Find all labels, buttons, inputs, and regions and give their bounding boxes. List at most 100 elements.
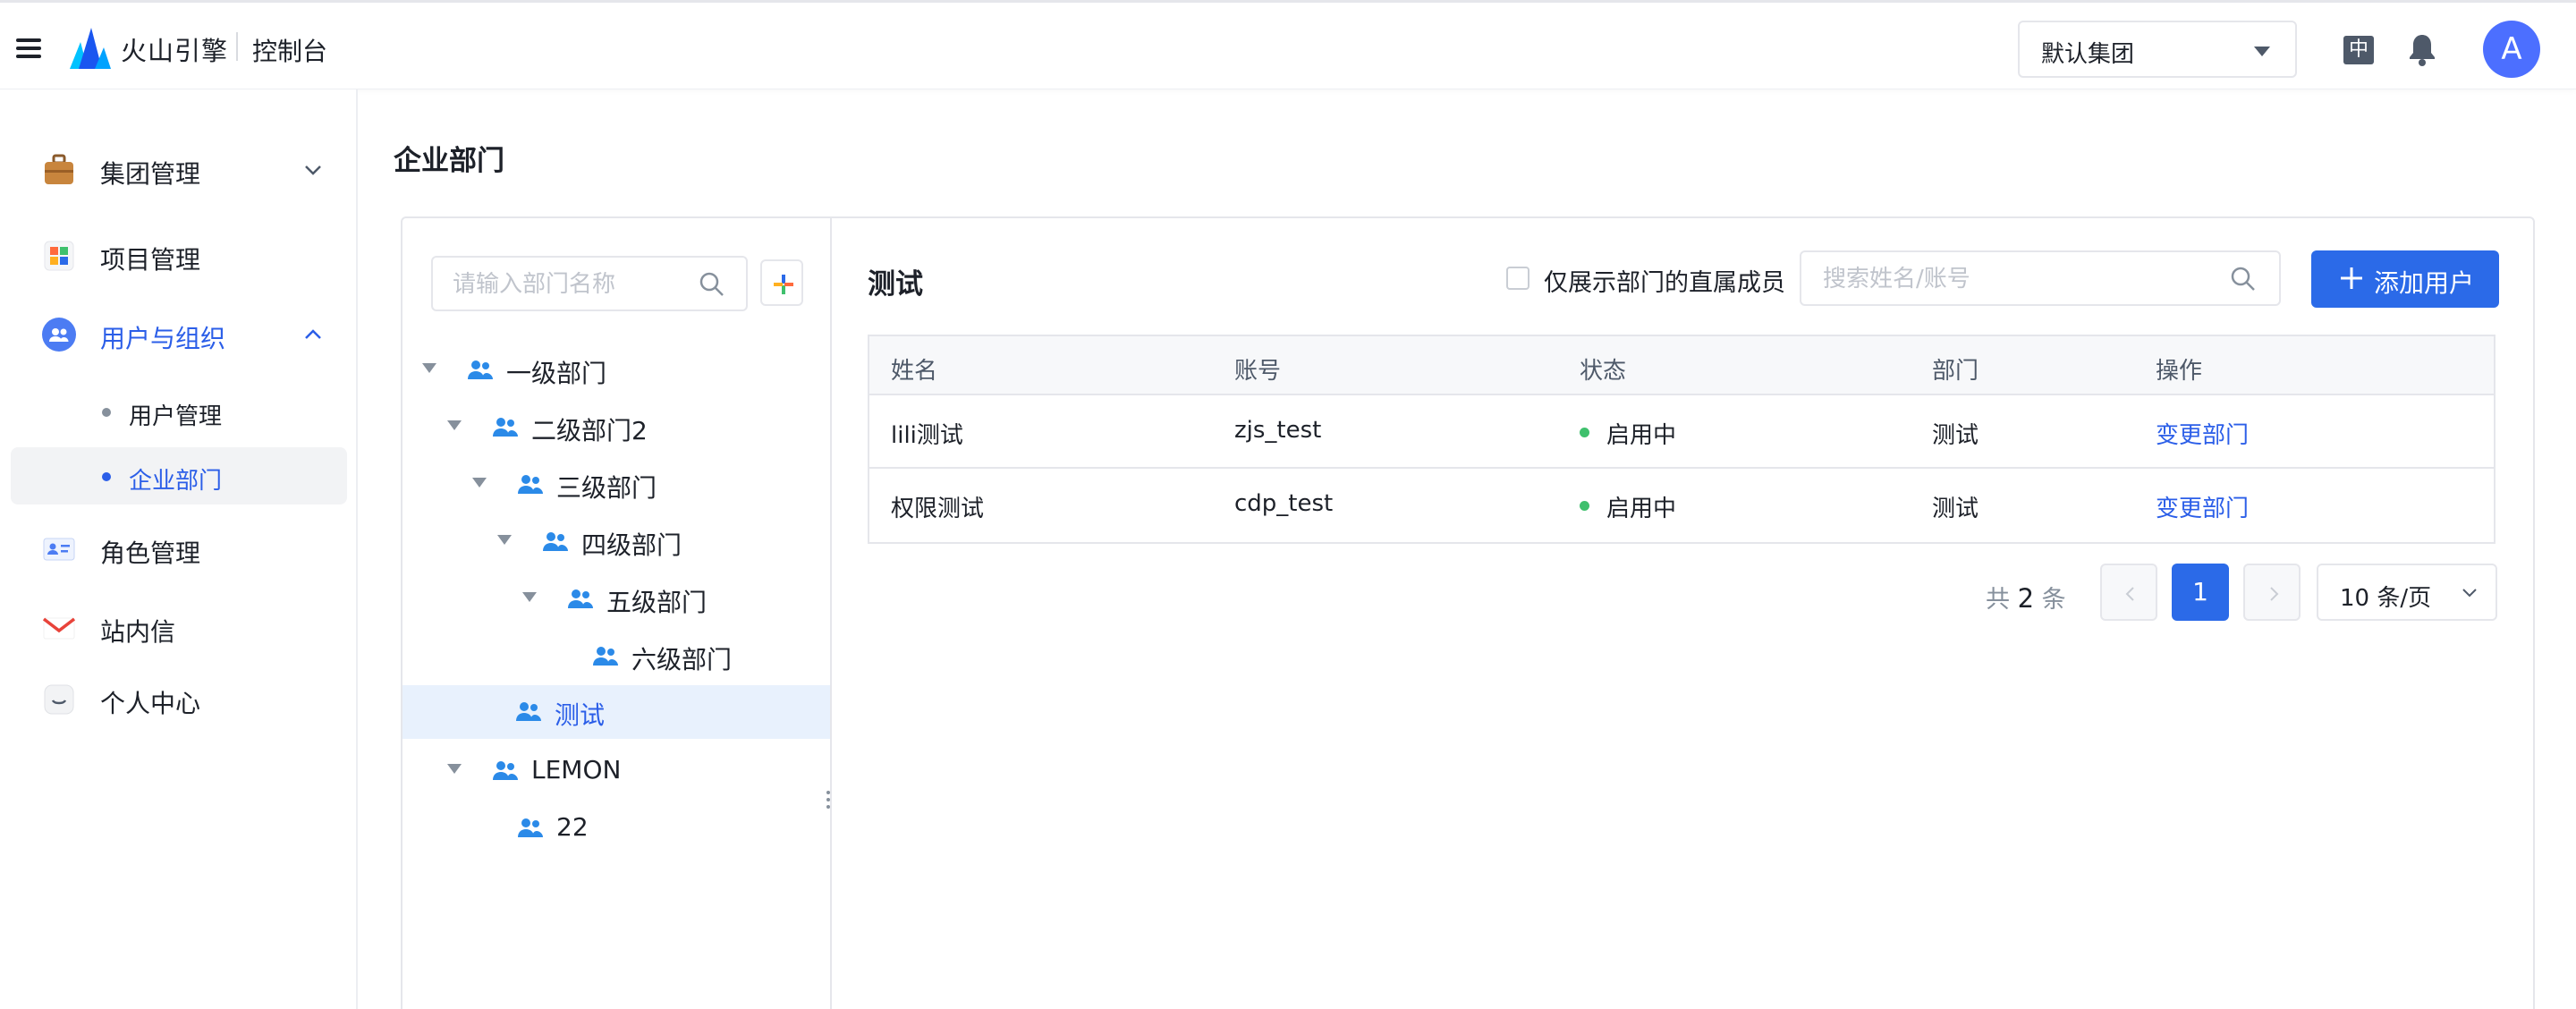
total-prefix: 共 [1986, 586, 2010, 614]
group-select-value: 默认集团 [2041, 41, 2135, 68]
department-search-input[interactable] [453, 268, 694, 301]
page-size-value: 10 条/页 [2340, 585, 2432, 612]
change-department-link[interactable]: 变更部门 [2156, 490, 2249, 523]
tree-node-label: 三级部门 [556, 473, 657, 503]
chevron-down-icon [305, 165, 321, 175]
sidebar-subitem-label: 企业部门 [129, 468, 223, 495]
cell-department: 测试 [1932, 496, 1979, 522]
console-title: 控制台 [252, 37, 328, 66]
page-number-button[interactable]: 1 [2172, 564, 2229, 621]
sidebar-item-inbox[interactable]: 站内信 [0, 598, 358, 655]
add-user-button[interactable]: 添加用户 [2311, 250, 2499, 308]
direct-members-label[interactable]: 仅展示部门的直属成员 [1544, 263, 1785, 298]
users-icon [42, 318, 76, 352]
department-title: 测试 [868, 268, 923, 301]
users-icon [468, 360, 493, 379]
brand-name: 火山引擎 [121, 36, 229, 66]
language-icon[interactable]: 中 [2343, 36, 2374, 64]
tree-node-lemon[interactable]: LEMON [447, 744, 823, 798]
table-row: 权限测试 cdp_test 启用中 测试 变更部门 [869, 469, 2494, 542]
menu-icon[interactable] [16, 38, 41, 58]
users-icon [543, 532, 568, 551]
department-panel: 一级部门 二级部门2 三级部门 四级部门 五级部门 六级部门 测试 [401, 216, 2535, 1009]
tree-node-level4[interactable]: 四级部门 [497, 515, 819, 569]
chevron-down-icon [2462, 589, 2477, 598]
cell-department: 测试 [1932, 422, 1979, 449]
sidebar-item-project-management[interactable]: 项目管理 [0, 225, 358, 283]
total-count: 2 [2017, 583, 2035, 614]
caret-down-icon[interactable] [447, 420, 462, 430]
brand-divider [236, 32, 238, 61]
users-icon [518, 818, 543, 837]
tree-node-level3[interactable]: 三级部门 [472, 458, 821, 512]
caret-down-icon [2254, 47, 2270, 56]
sidebar-item-label: 项目管理 [100, 245, 201, 275]
sidebar-subitem-departments[interactable]: 企业部门 [11, 447, 347, 504]
column-header-account: 账号 [1234, 358, 1282, 385]
tree-node-22[interactable]: 22 [472, 801, 821, 855]
tree-node-label: 22 [556, 812, 589, 842]
add-user-label: 添加用户 [2374, 268, 2475, 298]
caret-down-icon[interactable] [497, 535, 512, 545]
chevron-up-icon [305, 329, 321, 339]
chevron-left-icon [2125, 587, 2134, 601]
next-page-button[interactable] [2243, 564, 2301, 621]
members-table: 姓名 账号 状态 部门 操作 lili测试 zjs_test 启用中 测试 变更… [868, 335, 2496, 544]
volcano-logo [70, 28, 111, 69]
search-icon[interactable] [698, 270, 726, 299]
users-icon [493, 761, 518, 780]
sidebar-item-label: 集团管理 [100, 159, 201, 189]
tree-node-level2[interactable]: 二级部门2 [447, 401, 823, 454]
briefcase-icon [45, 154, 73, 184]
page-title: 企业部门 [394, 145, 504, 177]
users-icon [568, 589, 593, 608]
department-tree-pane: 一级部门 二级部门2 三级部门 四级部门 五级部门 六级部门 测试 [402, 218, 832, 1009]
sidebar-item-users-org[interactable]: 用户与组织 [0, 304, 358, 361]
change-department-link[interactable]: 变更部门 [2156, 417, 2249, 450]
table-header: 姓名 账号 状态 部门 操作 [869, 336, 2494, 395]
cell-status: 启用中 [1606, 422, 1677, 449]
user-search-box [1800, 250, 2281, 306]
tree-node-label: 一级部门 [506, 359, 607, 388]
tree-node-level5[interactable]: 五级部门 [522, 572, 818, 626]
sidebar: 集团管理 项目管理 用户与组织 用户管理 企业部门 角色管理 站内信 个人中心 [0, 89, 358, 1009]
column-header-actions: 操作 [2156, 358, 2203, 385]
pane-resize-handle[interactable] [826, 791, 832, 812]
prev-page-button[interactable] [2100, 564, 2157, 621]
cell-name: 权限测试 [891, 496, 985, 522]
cell-status: 启用中 [1606, 496, 1677, 522]
sidebar-item-role-management[interactable]: 角色管理 [0, 519, 358, 576]
page-size-select[interactable]: 10 条/页 [2317, 564, 2497, 621]
tree-node-label: 五级部门 [606, 588, 708, 617]
status-dot-icon [1580, 501, 1589, 511]
column-header-name: 姓名 [891, 358, 938, 385]
user-avatar[interactable]: A [2483, 21, 2540, 78]
status-dot-icon [1580, 428, 1589, 437]
users-icon [493, 418, 518, 437]
search-icon[interactable] [2229, 265, 2258, 293]
caret-down-icon[interactable] [422, 363, 436, 373]
sidebar-item-group-management[interactable]: 集团管理 [0, 140, 358, 197]
mail-icon [42, 617, 76, 640]
total-suffix: 条 [2041, 586, 2066, 614]
bullet-icon [102, 408, 111, 417]
tree-node-label: 六级部门 [631, 645, 733, 674]
caret-down-icon[interactable] [472, 478, 487, 488]
user-search-input[interactable] [1823, 263, 2216, 295]
sidebar-item-personal-center[interactable]: 个人中心 [0, 669, 358, 726]
id-card-icon [43, 538, 75, 561]
users-icon [516, 702, 541, 721]
add-department-button[interactable] [760, 259, 803, 306]
tree-node-label: LEMON [531, 755, 622, 784]
cell-name: lili测试 [891, 422, 963, 449]
tree-node-level6[interactable]: 六级部门 [547, 630, 816, 683]
cell-account: zjs_test [1234, 417, 1322, 444]
caret-down-icon[interactable] [447, 764, 462, 774]
group-select[interactable]: 默认集团 [2018, 21, 2297, 78]
caret-down-icon[interactable] [522, 592, 537, 602]
sidebar-subitem-user-management[interactable]: 用户管理 [11, 383, 347, 440]
tree-node-level1[interactable]: 一级部门 [422, 343, 816, 397]
tree-node-test-selected[interactable]: 测试 [402, 685, 830, 739]
direct-members-checkbox[interactable] [1506, 267, 1530, 290]
bell-icon[interactable] [2406, 31, 2438, 67]
